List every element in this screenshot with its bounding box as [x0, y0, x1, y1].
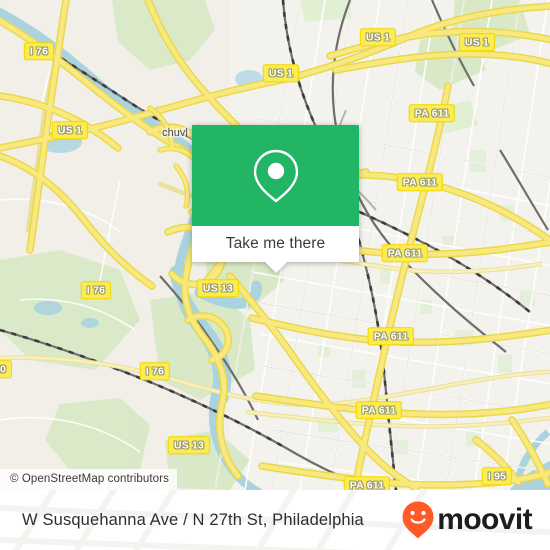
moovit-wordmark: moovit: [437, 503, 532, 536]
road-shield-us13-a: US 13: [196, 279, 240, 297]
map-pin-icon: [253, 149, 298, 202]
road-shield-pa611-d: PA 611: [367, 327, 415, 345]
map-canvas[interactable]: chuvl US 1 US 1 US 1 US 1 I 76 PA 611 PA…: [0, 0, 550, 490]
road-shield-i95: I 95: [481, 467, 513, 485]
road-shield-pa611-f: PA 611: [343, 476, 391, 490]
road-shield-i76-c: I 76: [139, 362, 171, 380]
road-shield-pa611-a: PA 611: [408, 104, 456, 122]
road-shield-i76-b: I 76: [80, 281, 112, 299]
popup-pointer-tail: [264, 262, 287, 273]
moovit-logo[interactable]: moovit: [401, 500, 533, 540]
road-shield-i76-a: I 76: [23, 42, 55, 60]
road-shield-pa611-e: PA 611: [355, 401, 403, 419]
moovit-smiling-pin-icon: [402, 501, 434, 539]
take-me-there-label: Take me there: [225, 235, 326, 252]
road-shield-us1-b: US 1: [458, 33, 496, 51]
road-shield-us13-b: US 13: [167, 436, 211, 454]
road-shield-edge-clipped: 0: [0, 360, 13, 378]
popup-pin-area: [192, 125, 359, 226]
osm-attribution[interactable]: © OpenStreetMap contributors: [0, 469, 177, 490]
road-shield-us1-d: US 1: [51, 121, 89, 139]
footer-bar: W Susquehanna Ave / N 27th St, Philadelp…: [0, 490, 550, 550]
take-me-there-button[interactable]: Take me there: [192, 226, 359, 273]
destination-popup-card[interactable]: Take me there: [192, 125, 359, 273]
road-shield-us1-c: US 1: [262, 64, 300, 82]
road-shield-pa611-b: PA 611: [396, 173, 444, 191]
road-shield-pa611-c: PA 611: [381, 244, 429, 262]
road-shield-us1-a: US 1: [359, 28, 397, 46]
place-label-chuvl: chuvl: [162, 127, 188, 139]
location-title: W Susquehanna Ave / N 27th St, Philadelp…: [22, 510, 364, 529]
moovit-map-screenshot: chuvl US 1 US 1 US 1 US 1 I 76 PA 611 PA…: [0, 0, 550, 550]
